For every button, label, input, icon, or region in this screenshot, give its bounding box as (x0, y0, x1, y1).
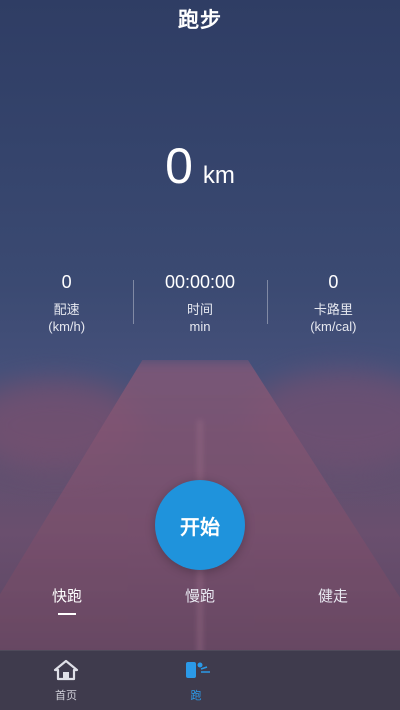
stat-value: 0 (61, 272, 72, 292)
stat-value: 00:00:00 (164, 272, 236, 292)
tab-slow-run[interactable]: 慢跑 (185, 585, 215, 606)
distance-value: 0 (165, 138, 193, 194)
stat-time: 00:00:00 时间 min (133, 272, 266, 334)
tab-fast-run[interactable]: 快跑 (52, 585, 82, 606)
stats-row: 0 配速 (km/h) 00:00:00 时间 min 0 卡路里 (km/ca… (0, 272, 400, 334)
stat-unit: (km/h) (48, 319, 86, 334)
stat-pace: 0 配速 (km/h) (0, 272, 133, 334)
distance-unit: km (202, 162, 235, 189)
tab-walk[interactable]: 健走 (318, 585, 348, 606)
nav-item-run[interactable]: 跑 (166, 659, 226, 703)
stat-label: 时间 (186, 303, 213, 318)
nav-item-home[interactable]: 首页 (36, 659, 96, 703)
start-button[interactable]: 开始 (155, 480, 245, 570)
run-mode-tabs: 快跑 慢跑 健走 (0, 585, 400, 615)
stat-value: 0 (328, 272, 339, 292)
distance-display: 0 km (0, 137, 400, 195)
stat-label: 卡路里 (313, 303, 353, 318)
nav-label: 首页 (55, 689, 77, 702)
bottom-nav: 首页 跑 (0, 650, 400, 710)
stat-calories: 0 卡路里 (km/cal) (266, 272, 400, 334)
page-title: 跑步 (178, 8, 222, 32)
run-icon (186, 662, 210, 678)
home-icon (53, 659, 79, 681)
stat-label: 配速 (53, 303, 80, 318)
stat-unit: (km/cal) (310, 319, 357, 334)
nav-label: 跑 (190, 689, 202, 702)
stat-unit: min (189, 319, 211, 334)
